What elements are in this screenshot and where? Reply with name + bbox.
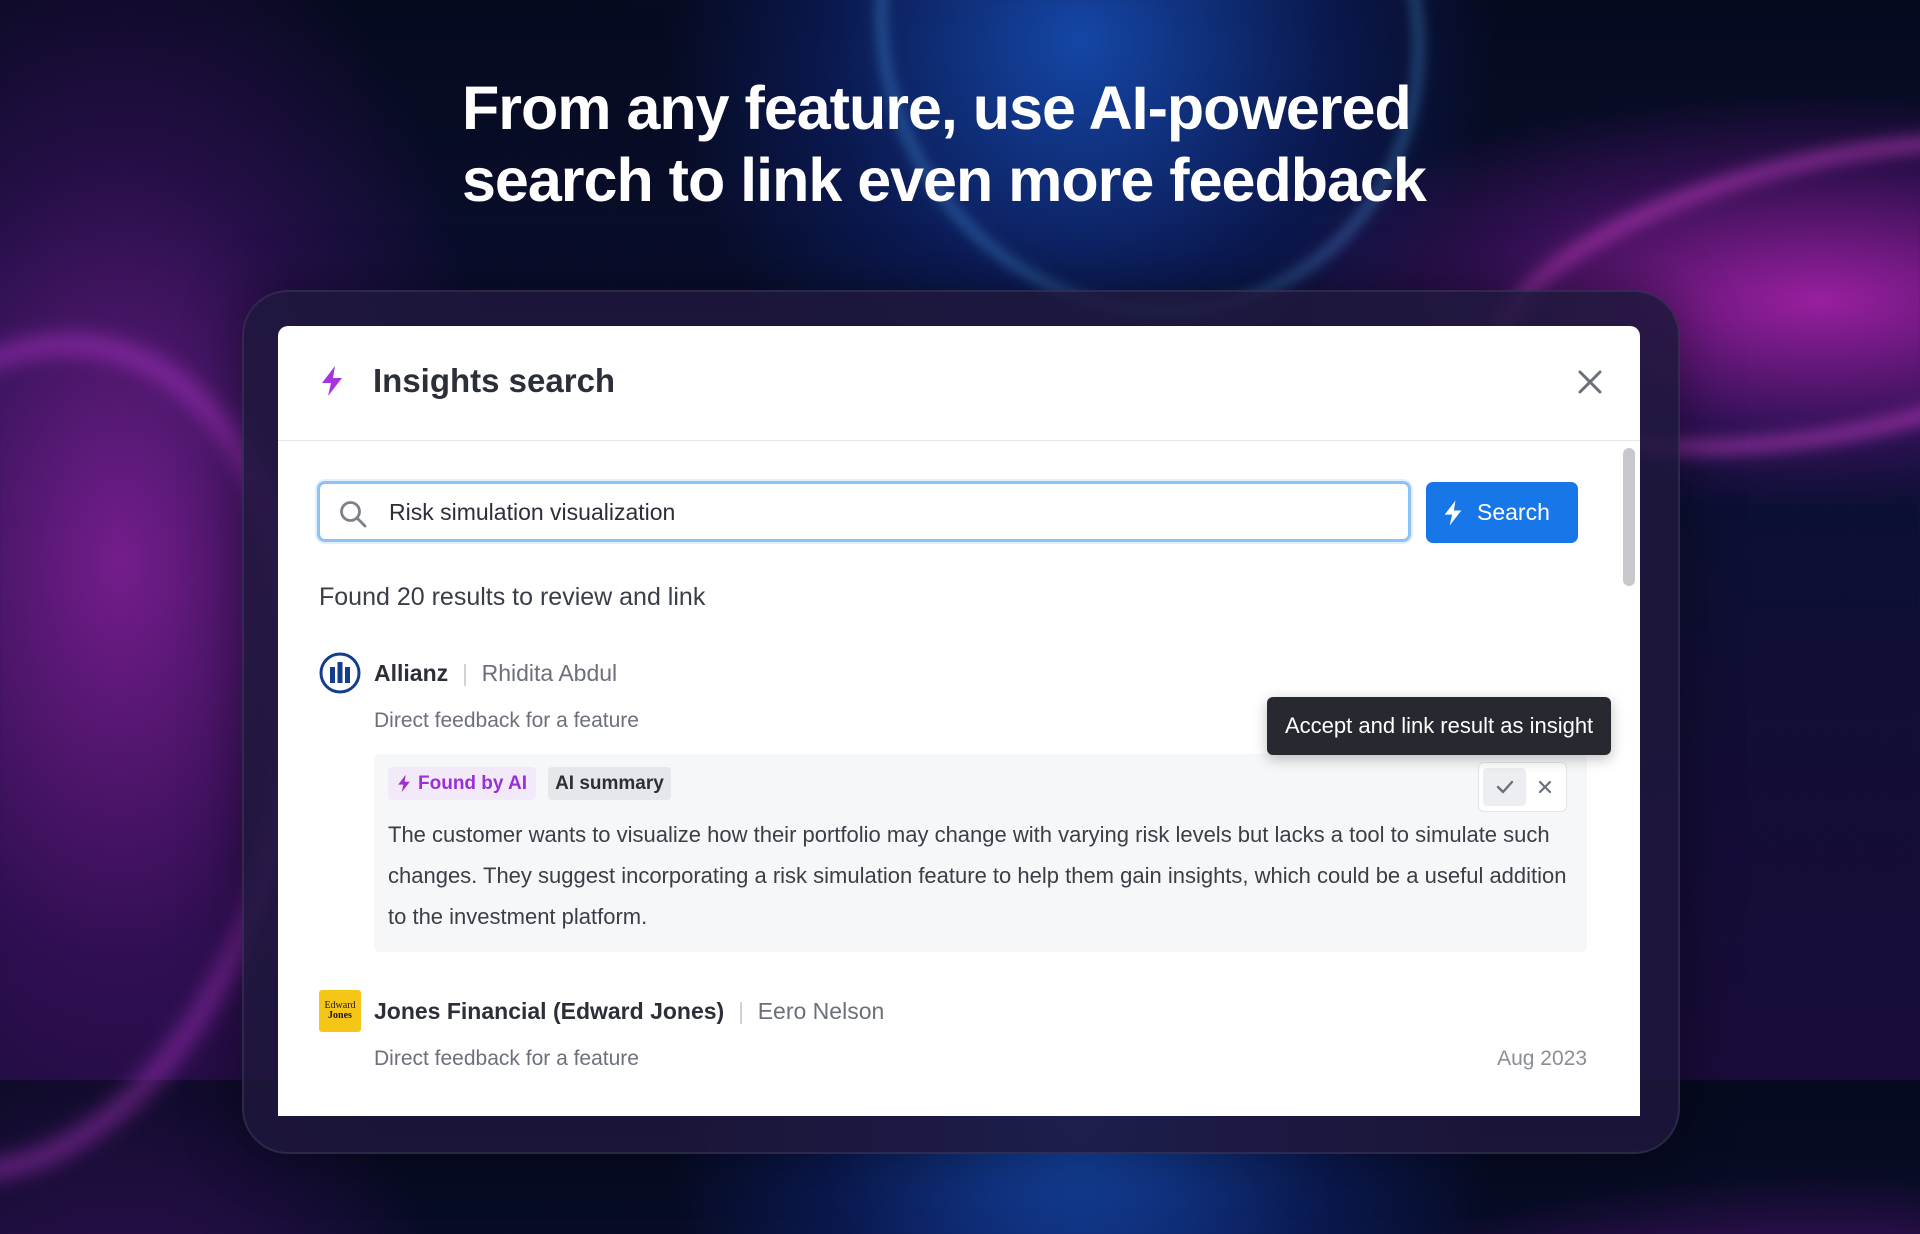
search-icon [340,501,367,528]
result-company-line: Allianz Rhidita Abdul [374,660,617,687]
logo-text-line-2: Jones [328,1010,352,1021]
badges: Found by AI AI summary [388,767,671,800]
edward-jones-logo: Edward Jones [319,990,361,1032]
company-name: Jones Financial (Edward Jones) [374,998,725,1024]
result-subtitle: Direct feedback for a feature [374,709,639,732]
result-company-line: Jones Financial (Edward Jones) Eero Nelso… [374,998,884,1025]
accept-button[interactable] [1483,768,1526,806]
modal-header: Insights search [278,326,1640,441]
accept-tooltip: Accept and link result as insight [1267,697,1612,755]
search-input[interactable] [389,492,1379,532]
result-subtitle: Direct feedback for a feature [374,1047,639,1070]
search-button[interactable]: Search [1426,482,1578,543]
headline-line-1: From any feature, use AI-powered [462,74,1412,142]
check-icon [1496,780,1513,794]
search-button-label: Search [1477,499,1550,525]
ai-summary-box: Found by AI AI summary The customer want… [374,754,1587,952]
found-by-ai-badge: Found by AI [388,767,537,800]
company-name: Allianz [374,660,449,686]
result-actions [1478,762,1567,812]
person-name: Eero Nelson [757,998,885,1024]
headline: From any feature, use AI-powered search … [462,72,1562,216]
scrollbar-thumb[interactable] [1623,448,1635,586]
separator [464,663,466,686]
result-date: Aug 2023 [1497,1047,1587,1070]
bolt-icon [1444,500,1462,525]
found-by-ai-label: Found by AI [418,772,528,794]
ai-summary-badge: AI summary [548,767,671,800]
modal-title: Insights search [373,362,616,399]
headline-line-2: search to link even more feedback [462,146,1427,214]
close-icon[interactable] [1574,366,1606,398]
bolt-icon [322,366,342,396]
reject-button[interactable] [1526,768,1564,806]
separator [740,1001,742,1024]
summary-text: The customer wants to visualize how thei… [388,822,1567,929]
results-count: Found 20 results to review and link [319,583,706,611]
person-name: Rhidita Abdul [481,660,618,686]
close-icon [1538,780,1552,794]
bolt-icon [398,774,410,793]
allianz-logo [319,652,361,694]
search-field[interactable] [317,481,1411,542]
